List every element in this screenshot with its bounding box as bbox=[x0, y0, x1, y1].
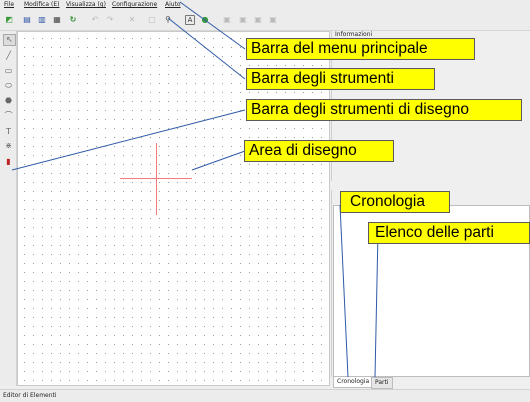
callout-leaders bbox=[11, 1, 379, 378]
callout-toolbar: Barra degli strumenti bbox=[246, 68, 435, 90]
callout-parts: Elenco delle parti bbox=[368, 222, 530, 244]
callout-menubar: Barra del menu principale bbox=[246, 38, 475, 60]
callout-canvas: Area di disegno bbox=[244, 140, 394, 162]
callout-drawtools: Barra degli strumenti di disegno bbox=[246, 99, 522, 121]
callout-history: Cronologia bbox=[340, 191, 450, 213]
